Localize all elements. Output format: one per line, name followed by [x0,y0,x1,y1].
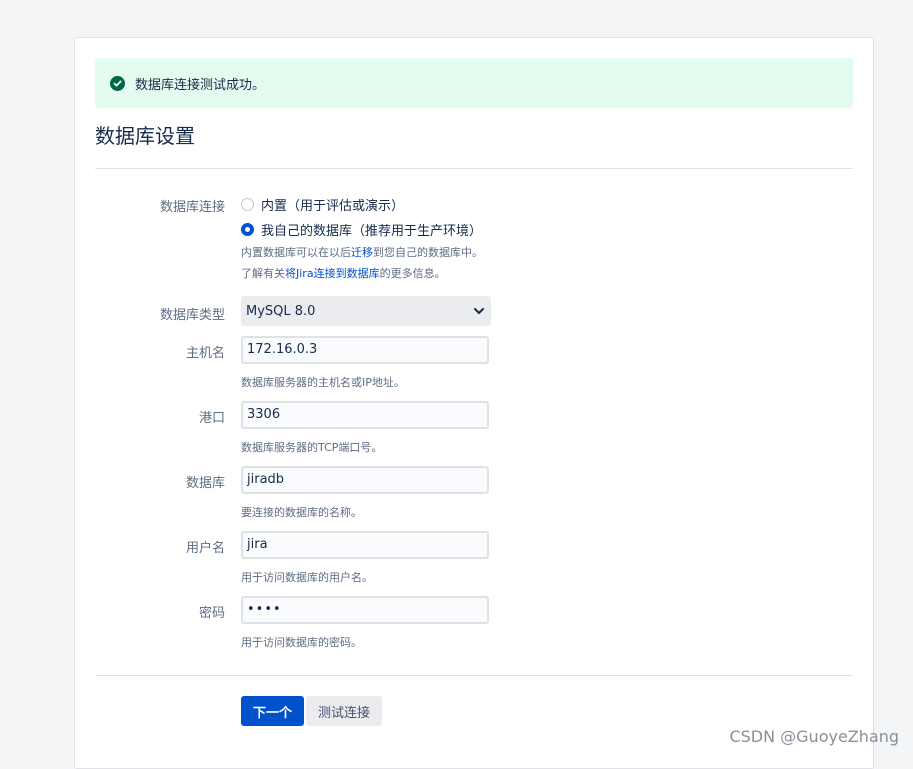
hostname-label: 主机名 [185,346,225,361]
password-label: 密码 [198,606,225,621]
database-setup-card: 数据库连接测试成功。 数据库设置 数据库连接 内置（用于评估或演示） 我自己的数… [74,37,874,769]
radio-builtin-button[interactable] [241,198,254,211]
db-type-value: MySQL 8.0 [246,303,316,319]
username-label: 用户名 [185,541,225,556]
alert-message: 数据库连接测试成功。 [135,77,266,93]
migrate-link[interactable]: 迁移 [351,246,373,259]
divider [95,168,853,169]
port-label: 港口 [198,411,225,426]
radio-builtin-label: 内置（用于评估或演示） [261,199,405,214]
watermark: CSDN @GuoyeZhang [729,727,899,746]
connection-label: 数据库连接 [159,200,225,215]
test-connection-button[interactable]: 测试连接 [306,696,382,726]
check-circle-icon [110,75,125,91]
hint-text: 了解有关 [241,267,285,280]
radio-own-database[interactable]: 我自己的数据库（推荐用于生产环境） [241,220,482,239]
database-input[interactable]: jiradb [241,466,489,494]
radio-builtin[interactable]: 内置（用于评估或演示） [241,195,404,214]
divider [95,675,853,676]
database-hint: 要连接的数据库的名称。 [241,506,362,519]
next-button[interactable]: 下一个 [241,696,304,726]
password-hint: 用于访问数据库的密码。 [241,636,362,649]
username-input[interactable]: jira [241,531,489,559]
radio-own-database-button[interactable] [241,223,254,236]
connection-hint-learn-more: 了解有关将Jira连接到数据库的更多信息。 [241,265,446,281]
page-title: 数据库设置 [95,124,195,148]
radio-own-database-label: 我自己的数据库（推荐用于生产环境） [261,224,483,239]
hostname-input[interactable]: 172.16.0.3 [241,336,489,364]
port-input[interactable]: 3306 [241,401,489,429]
success-alert: 数据库连接测试成功。 [95,58,853,108]
db-type-label: 数据库类型 [159,308,225,323]
chevron-down-icon [474,304,484,319]
connection-hint-migrate: 内置数据库可以在以后迁移到您自己的数据库中。 [241,244,483,260]
port-hint: 数据库服务器的TCP端口号。 [241,441,383,454]
hint-text: 内置数据库可以在以后 [241,246,351,259]
hostname-hint: 数据库服务器的主机名或IP地址。 [241,376,405,389]
username-hint: 用于访问数据库的用户名。 [241,571,373,584]
connect-jira-link[interactable]: 将Jira连接到数据库 [285,267,380,280]
hint-text: 的更多信息。 [379,267,446,280]
password-input[interactable]: •••• [241,596,489,624]
hint-text: 到您自己的数据库中。 [373,246,483,259]
database-label: 数据库 [185,476,225,491]
db-type-select[interactable]: MySQL 8.0 [241,296,491,326]
